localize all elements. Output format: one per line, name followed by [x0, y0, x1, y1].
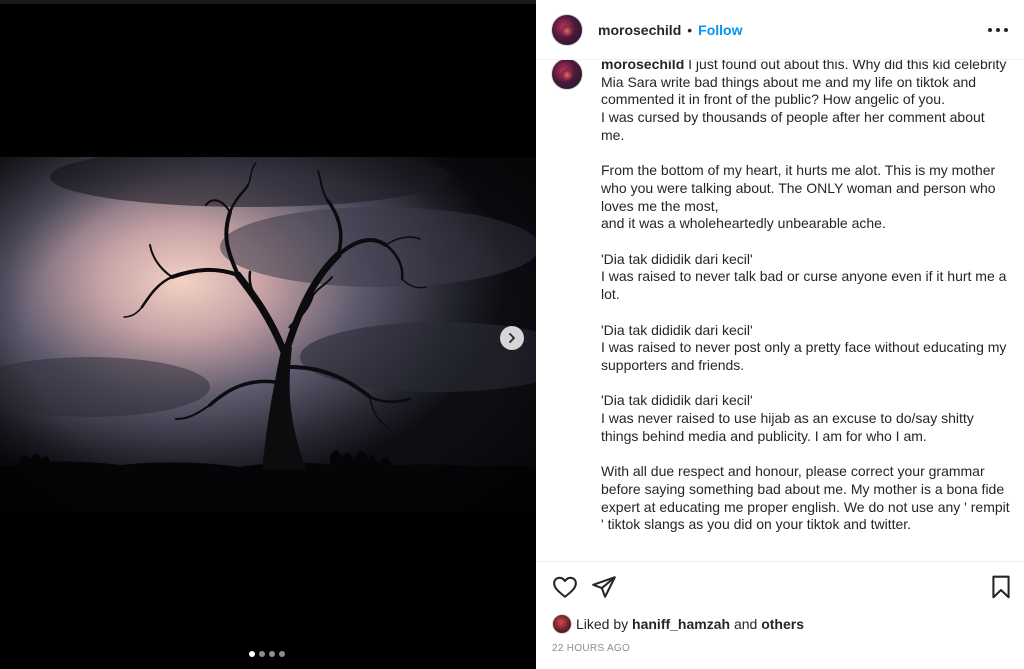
post-media: [0, 0, 536, 669]
caption-line: From the bottom of my heart, it hurts me…: [601, 162, 996, 214]
caption-line: 'Dia tak dididik dari kecil': [601, 321, 753, 338]
caption-section: morosechild I just found out about this.…: [536, 60, 1024, 562]
post-timestamp[interactable]: 22 HOURS AGO: [552, 643, 630, 654]
caption-line: 'Dia tak dididik dari kecil': [601, 392, 753, 409]
bookmark-icon[interactable]: [988, 574, 1014, 600]
caption-line: I was cursed by thousands of people afte…: [601, 109, 985, 143]
carousel-dot: [259, 651, 265, 657]
caption-line: I was never raised to use hijab as an ex…: [601, 410, 974, 444]
caption-line: morosechild I just found out about this.…: [601, 60, 1011, 109]
post-details-panel: morosechild • Follow morosechild I just …: [536, 0, 1024, 669]
author-avatar[interactable]: [551, 13, 583, 46]
paper-plane-icon[interactable]: [591, 574, 617, 600]
caption-line: and it was a wholeheartedly unbearable a…: [601, 215, 886, 232]
liker-username[interactable]: haniff_hamzah: [632, 616, 730, 632]
caption-line: I was raised to never talk bad or curse …: [601, 268, 1007, 303]
post-image: [0, 157, 536, 512]
liker-avatar[interactable]: [552, 614, 572, 634]
follow-button[interactable]: Follow: [698, 22, 742, 38]
heart-icon[interactable]: [552, 574, 578, 600]
dead-tree-photo: [0, 157, 536, 512]
carousel-dot: [269, 651, 275, 657]
caption-author-avatar[interactable]: [551, 60, 583, 90]
caption-line: 'Dia tak dididik dari kecil': [601, 250, 753, 267]
author-username[interactable]: morosechild: [598, 22, 681, 38]
carousel-dot-active: [249, 651, 255, 657]
likes-summary: Liked by haniff_hamzah and others: [552, 614, 804, 634]
header-separator: •: [687, 21, 693, 38]
media-top-strip: [0, 0, 536, 4]
post-caption: morosechild I just found out about this.…: [601, 60, 1011, 534]
post-actions: [536, 562, 1024, 610]
carousel-dot: [279, 651, 285, 657]
chevron-right-icon: [509, 333, 515, 343]
caption-line: I was raised to never post only a pretty…: [601, 339, 1007, 373]
more-options-icon[interactable]: [988, 22, 1008, 38]
likes-prefix: Liked by: [576, 616, 629, 632]
next-image-button[interactable]: [500, 326, 524, 350]
likes-others-link[interactable]: others: [761, 616, 804, 632]
carousel-indicator: [249, 651, 285, 657]
likes-conjunction: and: [733, 616, 758, 632]
caption-username[interactable]: morosechild: [601, 60, 684, 72]
post-header: morosechild • Follow: [536, 0, 1024, 60]
caption-line: With all due respect and honour, please …: [601, 463, 1010, 533]
